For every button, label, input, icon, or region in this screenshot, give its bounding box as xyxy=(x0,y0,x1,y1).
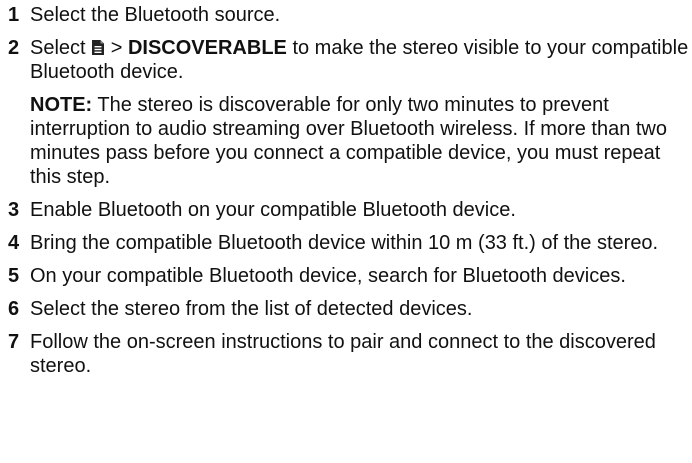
step-5: 5 On your compatible Bluetooth device, s… xyxy=(8,264,692,288)
step-text: Select the Bluetooth source. xyxy=(30,4,281,26)
step-number: 7 xyxy=(8,331,20,353)
note-label: NOTE: xyxy=(30,94,93,116)
step-4: 4 Bring the compatible Bluetooth device … xyxy=(8,231,692,255)
step-text: Bring the compatible Bluetooth device wi… xyxy=(30,232,659,254)
note-text: The stereo is discoverable for only two … xyxy=(30,94,667,188)
step-number: 5 xyxy=(8,265,20,287)
menu-icon xyxy=(91,39,105,56)
step-number: 6 xyxy=(8,298,20,320)
note: NOTE: The stereo is discoverable for onl… xyxy=(30,93,692,189)
step-7: 7 Follow the on-screen instructions to p… xyxy=(8,330,692,378)
step-text: On your compatible Bluetooth device, sea… xyxy=(30,265,626,287)
step-number: 4 xyxy=(8,232,20,254)
step-instruction: Select > DISCOVERABLE to make the stereo… xyxy=(30,36,692,84)
step-prefix: Select xyxy=(30,37,86,59)
step-number: 1 xyxy=(8,4,20,26)
menu-separator: > xyxy=(110,37,123,59)
step-6: 6 Select the stereo from the list of det… xyxy=(8,297,692,321)
discoverable-option: DISCOVERABLE xyxy=(127,37,287,59)
step-body: Select > DISCOVERABLE to make the stereo… xyxy=(30,36,692,189)
step-number: 2 xyxy=(8,37,20,59)
step-1: 1 Select the Bluetooth source. xyxy=(8,3,692,27)
manual-page: { "steps": [ { "number": "1", "text": "S… xyxy=(0,0,692,463)
step-text: Select the stereo from the list of detec… xyxy=(30,298,473,320)
step-text: Follow the on-screen instructions to pai… xyxy=(30,331,656,377)
step-3: 3 Enable Bluetooth on your compatible Bl… xyxy=(8,198,692,222)
step-text: Enable Bluetooth on your compatible Blue… xyxy=(30,199,516,221)
step-number: 3 xyxy=(8,199,20,221)
step-2: 2 Select > DISCOVERABLE to make the ster… xyxy=(8,36,692,189)
instruction-steps: 1 Select the Bluetooth source. 2 Select … xyxy=(8,3,692,378)
